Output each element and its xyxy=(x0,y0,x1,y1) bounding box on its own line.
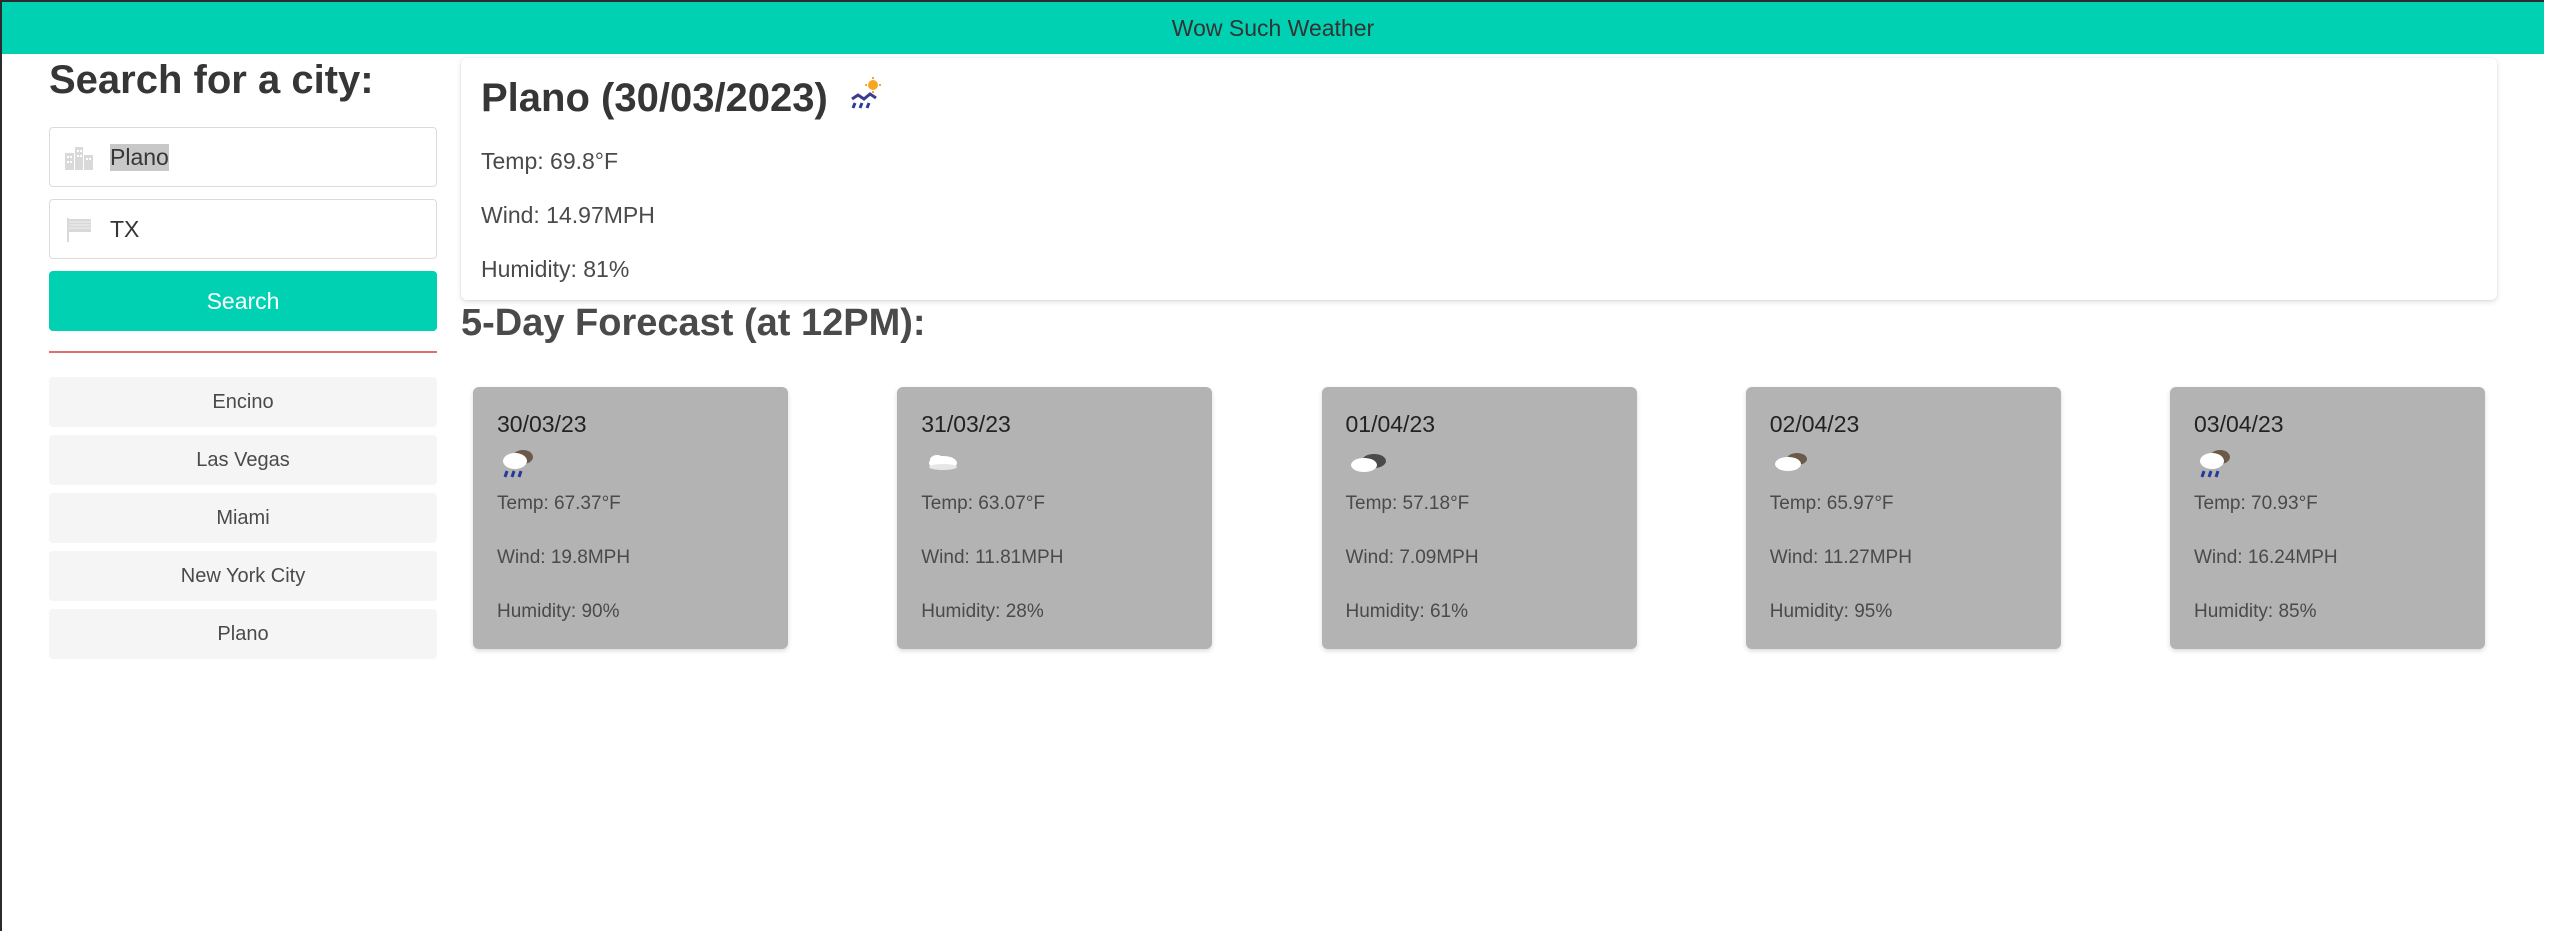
flag-icon xyxy=(67,218,91,242)
search-sidebar: Search for a city: Plano TX Search Encin… xyxy=(49,54,437,659)
rain-sun-icon xyxy=(851,76,881,109)
search-button[interactable]: Search xyxy=(49,271,437,331)
forecast-humidity: Humidity: 95% xyxy=(1769,601,1893,622)
rain-cloud-icon xyxy=(503,450,533,478)
search-history: Encino Las Vegas Miami New York City Pla… xyxy=(49,377,437,659)
forecast-card: 01/04/23 Temp: 57.18°F Wind: 7.09MPH Hum… xyxy=(1321,387,1637,649)
forecast-temp: Temp: 63.07°F xyxy=(921,493,1046,514)
forecast-temp: Temp: 70.93°F xyxy=(2194,493,2318,514)
current-title-row: Plano (30/03/2023) xyxy=(481,76,886,121)
forecast-card: 03/04/23 Temp: 70.93°F Wind: 16.24MPH Hu… xyxy=(2170,387,2485,649)
city-input-value[interactable]: Plano xyxy=(110,143,169,171)
cloud-icon xyxy=(929,455,958,470)
forecast-heading: 5-Day Forecast (at 12PM): xyxy=(461,302,926,344)
state-input-value[interactable]: TX xyxy=(110,216,139,243)
forecast-date: 03/04/23 xyxy=(2194,411,2284,437)
history-item-las-vegas[interactable]: Las Vegas xyxy=(49,435,437,485)
forecast-wind: Wind: 19.8MPH xyxy=(497,547,631,568)
forecast-wind: Wind: 11.27MPH xyxy=(1769,547,1912,568)
navbar: Wow Such Weather xyxy=(2,2,2544,54)
forecast-card: 30/03/23 Temp: 67.37°F Wind: 19.8MPH Hum… xyxy=(473,387,788,649)
search-heading: Search for a city: xyxy=(49,58,374,102)
forecast-card: 31/03/23 Temp: 63.07°F Wind: 11.81MPH Hu… xyxy=(897,387,1213,649)
forecast-temp: Temp: 65.97°F xyxy=(1769,493,1894,514)
city-icon xyxy=(65,147,93,170)
rain-cloud-icon xyxy=(2200,450,2230,478)
forecast-card: 02/04/23 Temp: 65.97°F Wind: 11.27MPH Hu… xyxy=(1745,387,2061,649)
current-humidity: Humidity: 81% xyxy=(481,256,630,282)
current-city-title: Plano (30/03/2023) xyxy=(481,76,828,120)
forecast-wind: Wind: 11.81MPH xyxy=(921,547,1064,568)
current-temp: Temp: 69.8°F xyxy=(481,148,619,174)
forecast-humidity: Humidity: 28% xyxy=(921,601,1044,622)
forecast-wind: Wind: 7.09MPH xyxy=(1345,547,1479,568)
current-weather-card: Plano (30/03/2023) Temp: 69.8°F Wind: 14… xyxy=(461,58,2497,300)
forecast-date: 30/03/23 xyxy=(497,411,587,437)
dark-cloud-icon xyxy=(1350,454,1386,472)
history-item-plano[interactable]: Plano xyxy=(49,609,437,659)
history-item-new-york-city[interactable]: New York City xyxy=(49,551,437,601)
app-title: Wow Such Weather xyxy=(1171,14,1375,41)
history-item-miami[interactable]: Miami xyxy=(49,493,437,543)
forecast-temp: Temp: 57.18°F xyxy=(1345,493,1470,514)
forecast-humidity: Humidity: 61% xyxy=(1345,601,1469,622)
current-wind: Wind: 14.97MPH xyxy=(481,202,655,228)
divider xyxy=(49,351,437,353)
forecast-humidity: Humidity: 90% xyxy=(497,601,620,622)
forecast-date: 02/04/23 xyxy=(1769,411,1860,437)
forecast-wind: Wind: 16.24MPH xyxy=(2194,547,2338,568)
state-input[interactable]: TX xyxy=(49,199,437,259)
forecast-humidity: Humidity: 85% xyxy=(2194,601,2317,622)
history-item-encino[interactable]: Encino xyxy=(49,377,437,427)
forecast-date: 31/03/23 xyxy=(921,411,1011,437)
window-edge xyxy=(2544,0,2561,931)
city-input[interactable]: Plano xyxy=(49,127,437,187)
overcast-cloud-icon xyxy=(1774,453,1807,471)
forecast-date: 01/04/23 xyxy=(1345,411,1436,437)
forecast-temp: Temp: 67.37°F xyxy=(497,493,621,514)
forecast-row: 30/03/23 Temp: 67.37°F Wind: 19.8MPH Hum… xyxy=(473,387,2485,649)
